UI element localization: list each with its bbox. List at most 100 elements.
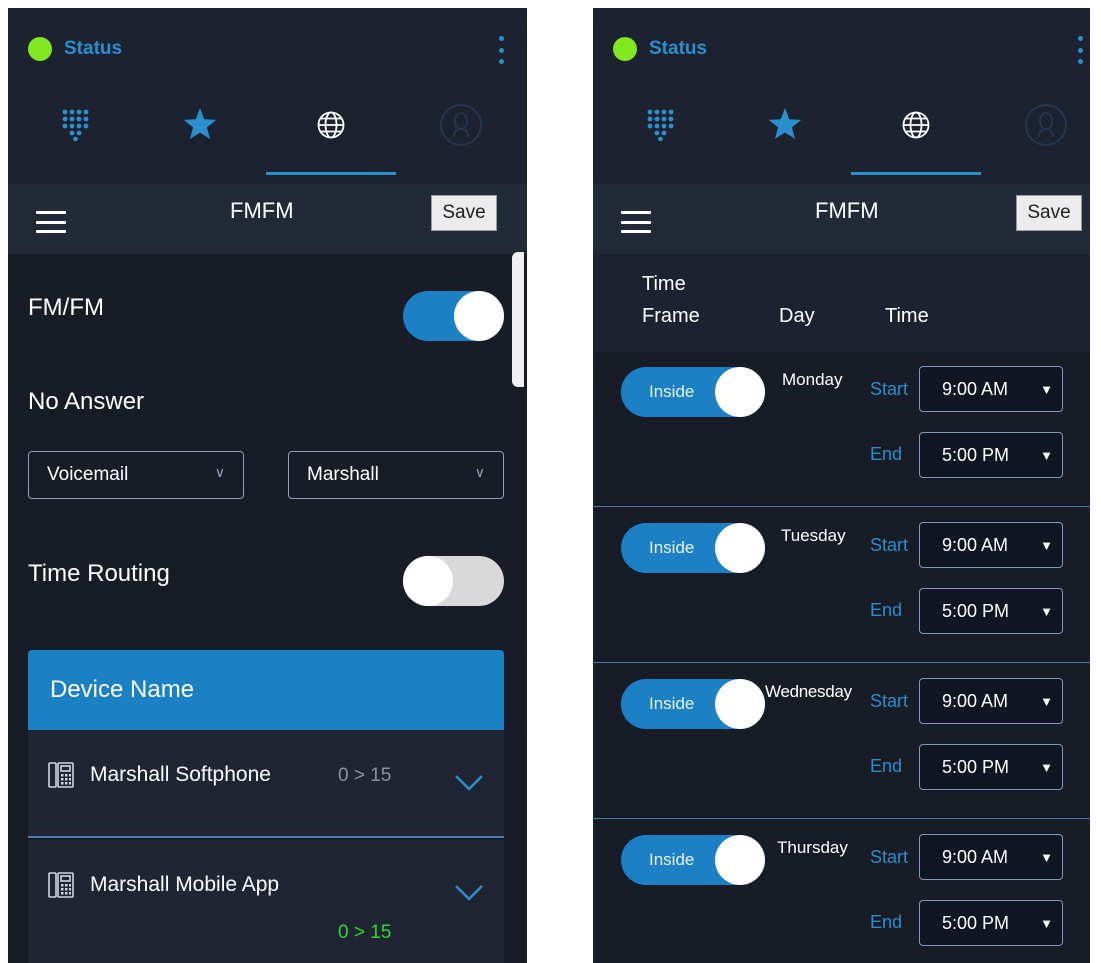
no-answer-label: No Answer	[28, 388, 145, 415]
chevron-down-icon: ∨	[474, 464, 485, 480]
tab-dialpad[interactable]	[55, 103, 99, 147]
day-column: Day	[779, 305, 815, 327]
page-title: FMFM	[230, 198, 294, 223]
start-label: Start	[870, 535, 909, 555]
end-time-select[interactable]: 5:00 PM ▼	[919, 744, 1063, 790]
ring-range: 0 > 15	[338, 765, 392, 786]
dialpad-icon	[647, 109, 674, 141]
dialpad-icon	[62, 109, 89, 141]
tab-globe[interactable]	[309, 103, 353, 147]
time-column: Time	[885, 305, 929, 327]
schedule-row-wednesday: Inside Wednesday Start 9:00 AM ▼ End 5:0…	[593, 664, 1090, 819]
fmfm-settings-screen: Status FMFM Save FM/FM No Answer Voicema…	[8, 8, 527, 963]
toggle-label: Inside	[649, 694, 695, 713]
contact-icon	[440, 104, 482, 146]
end-label: End	[870, 600, 903, 620]
tab-favorites[interactable]	[178, 103, 222, 147]
select-value: 5:00 PM	[942, 445, 1010, 465]
status-label[interactable]: Status	[649, 38, 707, 60]
select-value: 5:00 PM	[942, 601, 1010, 621]
day-label: Monday	[782, 370, 843, 389]
toggle-knob	[403, 556, 453, 606]
schedule-row-monday: Inside Monday Start 9:00 AM ▼ End 5:00 P…	[593, 352, 1090, 507]
dropdown-arrow-icon: ▼	[1040, 382, 1053, 397]
end-label: End	[870, 444, 903, 464]
status-label[interactable]: Status	[64, 38, 122, 60]
inside-toggle[interactable]: Inside	[621, 367, 765, 417]
device-table-header: Device Name	[28, 650, 504, 730]
select-value: 9:00 AM	[942, 691, 1009, 711]
side-drawer-handle[interactable]	[512, 252, 524, 387]
device-row[interactable]: Marshall Mobile App 0 > 15	[28, 840, 504, 963]
desk-phone-icon	[48, 872, 74, 898]
menu-icon[interactable]	[621, 211, 651, 233]
fmfm-label: FM/FM	[28, 294, 104, 321]
select-value: 9:00 AM	[942, 379, 1009, 399]
end-time-select[interactable]: 5:00 PM ▼	[919, 900, 1063, 946]
dropdown-arrow-icon: ▼	[1040, 538, 1053, 553]
top-bar	[8, 8, 527, 184]
select-value: Voicemail	[47, 464, 129, 485]
device-name: Marshall Softphone	[90, 763, 271, 786]
column-label: Time	[642, 273, 686, 295]
end-time-select[interactable]: 5:00 PM ▼	[919, 588, 1063, 634]
toggle-label: Inside	[649, 850, 695, 869]
schedule-row-thursday: Inside Thursday Start 9:00 AM ▼ End 5:00…	[593, 820, 1090, 963]
inside-toggle[interactable]: Inside	[621, 835, 765, 885]
time-routing-toggle[interactable]	[403, 556, 504, 606]
tab-dialpad[interactable]	[640, 103, 684, 147]
chevron-down-icon[interactable]	[454, 884, 484, 902]
more-menu-icon[interactable]	[497, 36, 505, 64]
toggle-label: Inside	[649, 538, 695, 557]
chevron-down-icon: ∨	[214, 464, 225, 480]
star-icon	[768, 108, 802, 140]
select-value: 9:00 AM	[942, 847, 1009, 867]
active-tab-indicator	[851, 172, 981, 175]
status-indicator	[613, 37, 637, 61]
fmfm-toggle[interactable]	[403, 291, 504, 341]
toggle-knob	[715, 367, 765, 417]
start-label: Start	[870, 847, 909, 867]
toggle-knob	[715, 835, 765, 885]
column-label: Frame	[642, 305, 700, 327]
dropdown-arrow-icon: ▼	[1040, 916, 1053, 931]
dropdown-arrow-icon: ▼	[1040, 694, 1053, 709]
schedule-row-tuesday: Inside Tuesday Start 9:00 AM ▼ End 5:00 …	[593, 508, 1090, 663]
start-time-select[interactable]: 9:00 AM ▼	[919, 678, 1063, 724]
day-label: Wednesday	[765, 682, 852, 701]
tab-favorites[interactable]	[763, 103, 807, 147]
more-menu-icon[interactable]	[1076, 36, 1084, 64]
end-label: End	[870, 912, 903, 932]
page-title: FMFM	[815, 198, 879, 223]
start-time-select[interactable]: 9:00 AM ▼	[919, 834, 1063, 880]
dropdown-arrow-icon: ▼	[1040, 604, 1053, 619]
start-time-select[interactable]: 9:00 AM ▼	[919, 366, 1063, 412]
active-tab-indicator	[266, 172, 396, 175]
start-time-select[interactable]: 9:00 AM ▼	[919, 522, 1063, 568]
tab-contacts[interactable]	[1024, 103, 1068, 147]
time-routing-screen: Status FMFM Save Time Frame Day Time Ins…	[593, 8, 1090, 963]
schedule-header: Time Frame Day Time	[593, 254, 1090, 352]
select-value: Marshall	[307, 464, 379, 485]
no-answer-target-select[interactable]: Marshall ∨	[288, 451, 504, 499]
inside-toggle[interactable]: Inside	[621, 523, 765, 573]
inside-toggle[interactable]: Inside	[621, 679, 765, 729]
toggle-knob	[715, 523, 765, 573]
time-frame-column: Time Frame	[642, 268, 700, 332]
device-row[interactable]: Marshall Softphone 0 > 15	[28, 730, 504, 838]
menu-icon[interactable]	[36, 211, 66, 233]
globe-icon	[902, 111, 930, 139]
chevron-down-icon[interactable]	[454, 774, 484, 792]
star-icon	[183, 108, 217, 140]
no-answer-action-select[interactable]: Voicemail ∨	[28, 451, 244, 499]
day-label: Thursday	[777, 838, 848, 857]
tab-globe[interactable]	[894, 103, 938, 147]
desk-phone-icon	[48, 762, 74, 788]
contact-icon	[1025, 104, 1067, 146]
start-label: Start	[870, 691, 909, 711]
save-button[interactable]: Save	[1016, 195, 1082, 231]
select-value: 9:00 AM	[942, 535, 1009, 555]
end-time-select[interactable]: 5:00 PM ▼	[919, 432, 1063, 478]
save-button[interactable]: Save	[431, 195, 497, 231]
tab-contacts[interactable]	[439, 103, 483, 147]
